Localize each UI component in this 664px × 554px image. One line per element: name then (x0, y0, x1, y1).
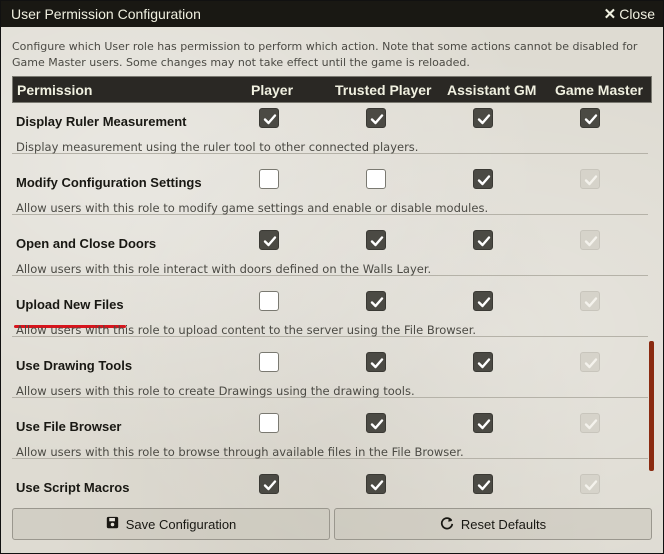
assistant-gm-checkbox[interactable] (473, 291, 493, 311)
refresh-icon (440, 516, 454, 533)
permission-table-header: Permission Player Trusted Player Assista… (12, 76, 652, 103)
permission-label: Open and Close Doors (16, 236, 157, 251)
permission-row: Use Script Macros (12, 459, 648, 505)
permission-hint: Allow users with this role to browse thr… (16, 445, 464, 459)
game-master-checkbox (580, 474, 600, 494)
footer-buttons: Save Configuration Reset Defaults (12, 508, 652, 540)
player-checkbox[interactable] (259, 352, 279, 372)
notes-text: Configure which User role has permission… (12, 40, 638, 69)
trusted-player-checkbox[interactable] (366, 352, 386, 372)
game-master-checkbox (580, 352, 600, 372)
permission-row: Upload New Files Allow users with this ro… (12, 276, 648, 337)
game-master-checkbox (580, 291, 600, 311)
player-checkbox[interactable] (259, 169, 279, 189)
trusted-player-checkbox[interactable] (366, 108, 386, 128)
assistant-gm-checkbox[interactable] (473, 230, 493, 250)
assistant-gm-checkbox[interactable] (473, 108, 493, 128)
permission-row: Use Drawing Tools Allow users with this r… (12, 337, 648, 398)
trusted-player-checkbox[interactable] (366, 474, 386, 494)
permission-row: Open and Close Doors Allow users with thi… (12, 215, 648, 276)
close-label: Close (619, 6, 655, 22)
close-button[interactable]: ✕ Close (604, 5, 655, 23)
floppy-disk-icon (106, 516, 119, 532)
permission-label: Upload New Files (16, 297, 124, 312)
player-checkbox[interactable] (259, 230, 279, 250)
save-label: Save Configuration (125, 516, 237, 532)
scrollbar-thumb[interactable] (649, 341, 654, 471)
column-header-assistant-gm: Assistant GM (447, 82, 537, 98)
assistant-gm-checkbox[interactable] (473, 413, 493, 433)
player-checkbox[interactable] (259, 474, 279, 494)
permission-hint: Display measurement using the ruler tool… (16, 140, 419, 154)
column-header-permission: Permission (17, 82, 93, 98)
column-header-game-master: Game Master (555, 82, 643, 98)
trusted-player-checkbox[interactable] (366, 291, 386, 311)
permission-hint: Allow users with this role interact with… (16, 262, 432, 276)
close-icon: ✕ (603, 6, 617, 23)
trusted-player-checkbox[interactable] (366, 230, 386, 250)
trusted-player-checkbox[interactable] (366, 413, 386, 433)
trusted-player-checkbox[interactable] (366, 169, 386, 189)
permission-hint: Allow users with this role to create Dra… (16, 384, 415, 398)
assistant-gm-checkbox[interactable] (473, 474, 493, 494)
assistant-gm-checkbox[interactable] (473, 169, 493, 189)
permission-list[interactable]: Display Ruler Measurement Display measure… (12, 105, 652, 505)
assistant-gm-checkbox[interactable] (473, 352, 493, 372)
column-header-player: Player (251, 82, 294, 98)
permission-label: Use Drawing Tools (16, 358, 133, 373)
permission-label: Modify Configuration Settings (16, 175, 202, 190)
permission-label: Use File Browser (16, 419, 122, 434)
column-header-trusted-player: Trusted Player (335, 82, 432, 98)
permission-hint: Allow users with this role to modify gam… (16, 201, 489, 215)
game-master-checkbox (580, 230, 600, 250)
permission-row: Use File Browser Allow users with this ro… (12, 398, 648, 459)
window-title: User Permission Configuration (11, 6, 201, 22)
permission-label: Use Script Macros (16, 480, 130, 495)
window-titlebar[interactable]: User Permission Configuration ✕ Close (1, 1, 663, 27)
permission-config-window: User Permission Configuration ✕ Close Co… (0, 0, 664, 554)
reset-label: Reset Defaults (460, 516, 547, 532)
game-master-checkbox (580, 413, 600, 433)
game-master-checkbox[interactable] (580, 108, 600, 128)
game-master-checkbox (580, 169, 600, 189)
permission-row: Modify Configuration Settings Allow users… (12, 154, 648, 215)
permission-row: Display Ruler Measurement Display measure… (12, 105, 648, 154)
reset-defaults-button[interactable]: Reset Defaults (334, 508, 652, 540)
player-checkbox[interactable] (259, 291, 279, 311)
save-configuration-button[interactable]: Save Configuration (12, 508, 330, 540)
player-checkbox[interactable] (259, 413, 279, 433)
permission-label: Display Ruler Measurement (16, 114, 187, 129)
permission-hint: Allow users with this role to upload con… (16, 323, 477, 337)
player-checkbox[interactable] (259, 108, 279, 128)
